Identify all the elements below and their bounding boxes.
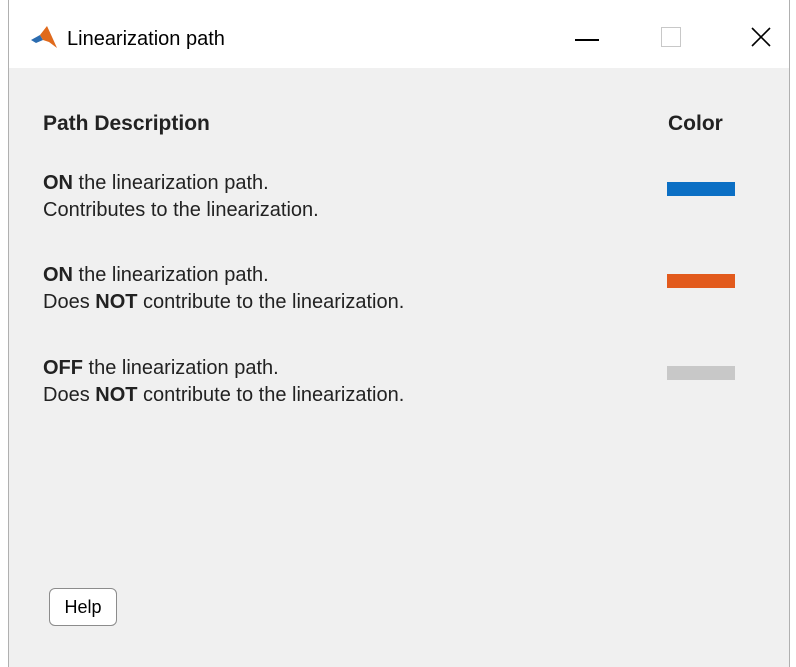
maximize-button[interactable] — [631, 0, 711, 68]
minimize-button[interactable] — [549, 0, 629, 68]
close-button[interactable] — [709, 0, 789, 68]
row-line-1: OFF the linearization path. — [43, 355, 404, 382]
legend-row-on-contributes: ON the linearization path. Contributes t… — [43, 170, 319, 224]
color-swatch-gray — [667, 366, 735, 380]
dialog-window: Linearization path Path Description Colo… — [8, 0, 790, 667]
legend-row-on-not-contributes: ON the linearization path. Does NOT cont… — [43, 262, 404, 316]
path-description-header: Path Description — [43, 112, 210, 135]
row-emphasis: NOT — [95, 384, 138, 406]
row-status: ON — [43, 264, 73, 286]
row-text: contribute to the linearization. — [137, 291, 405, 313]
matlab-logo-icon — [31, 26, 57, 48]
close-icon — [751, 27, 771, 47]
minimize-icon — [575, 39, 599, 41]
color-swatch-blue — [667, 182, 735, 196]
legend-row-off-path: OFF the linearization path. Does NOT con… — [43, 355, 404, 409]
row-text: contribute to the linearization. — [137, 384, 405, 406]
row-text: Contributes to the linearization. — [43, 199, 319, 221]
color-swatch-orange — [667, 274, 735, 288]
row-text: the linearization path. — [73, 264, 269, 286]
row-status: OFF — [43, 357, 83, 379]
row-text: Does — [43, 384, 96, 406]
row-text: the linearization path. — [73, 172, 269, 194]
dialog-content: Path Description Color ON the linearizat… — [9, 68, 789, 667]
color-header: Color — [668, 112, 723, 135]
row-line-2: Contributes to the linearization. — [43, 197, 319, 224]
row-emphasis: NOT — [95, 291, 138, 313]
row-line-2: Does NOT contribute to the linearization… — [43, 289, 404, 316]
row-status: ON — [43, 172, 73, 194]
row-line-2: Does NOT contribute to the linearization… — [43, 382, 404, 409]
title-bar: Linearization path — [9, 0, 789, 68]
row-line-1: ON the linearization path. — [43, 170, 319, 197]
row-text: Does — [43, 291, 96, 313]
row-line-1: ON the linearization path. — [43, 262, 404, 289]
maximize-icon — [661, 27, 681, 47]
window-title: Linearization path — [67, 28, 225, 50]
help-button[interactable]: Help — [49, 588, 117, 626]
row-text: the linearization path. — [83, 357, 279, 379]
